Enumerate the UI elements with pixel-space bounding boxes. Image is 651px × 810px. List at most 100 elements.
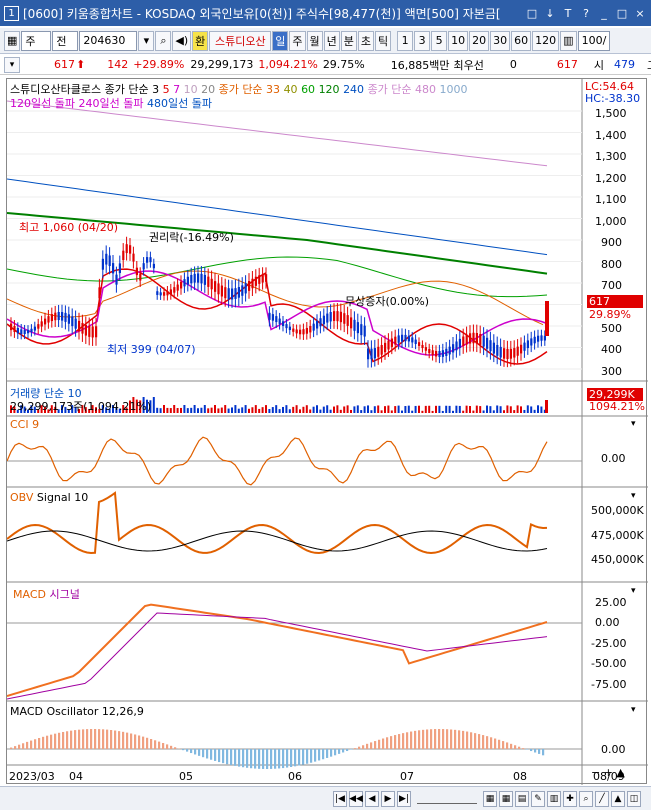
dropdown-icon[interactable]: ▾ xyxy=(4,56,20,73)
osc-bar xyxy=(366,743,369,749)
candle-body xyxy=(95,326,98,338)
candle-body xyxy=(486,337,489,349)
obv-signal-label: Signal 10 xyxy=(36,491,89,504)
chart-area[interactable]: 스튜디오산타클로스 종가 단순 3 5 7 10 20 종가 단순 33 40 … xyxy=(6,78,648,785)
osc-bar xyxy=(466,731,469,749)
chart-type-icon[interactable]: ▥ xyxy=(560,30,577,51)
restore-icon[interactable]: □ xyxy=(525,6,539,20)
help-icon[interactable]: ? xyxy=(579,6,593,20)
osc-bar xyxy=(62,731,65,749)
high-label: 고 xyxy=(647,57,651,73)
volume-bar xyxy=(394,406,397,413)
layout-icon[interactable]: ▦ xyxy=(4,30,21,51)
osc-bar xyxy=(114,730,117,749)
open-value: 479 xyxy=(614,58,635,71)
osc-bar xyxy=(458,730,461,749)
draw-icon[interactable]: ✎ xyxy=(531,790,545,807)
last-icon[interactable]: ▶| xyxy=(397,790,411,807)
market-select[interactable]: 전 xyxy=(52,30,79,51)
volume-bar xyxy=(322,406,325,413)
close-icon[interactable]: × xyxy=(633,6,647,20)
annotation-rights: 권리락(-16.49%) xyxy=(149,231,234,244)
chart-icon[interactable]: ▲ xyxy=(611,790,625,807)
legend-ma-120: 120 xyxy=(318,83,340,96)
volume-bar xyxy=(469,406,471,413)
minute-option-120[interactable]: 120 xyxy=(532,30,560,51)
interval-second-button[interactable]: 초 xyxy=(357,30,375,51)
osc-bar xyxy=(162,742,165,749)
hc-value: HC:-38.30 xyxy=(585,92,641,105)
osc-bar xyxy=(90,729,93,749)
volume-bar xyxy=(513,410,516,413)
prev-page-icon[interactable]: ◀◀ xyxy=(349,790,363,807)
grid-icon[interactable]: ▦ xyxy=(499,790,513,807)
line-icon[interactable]: ╱ xyxy=(595,790,609,807)
panel-menu-icon[interactable]: ▾ xyxy=(631,491,636,501)
osc-bar xyxy=(206,749,209,759)
minute-option-3[interactable]: 3 xyxy=(414,30,431,51)
osc-bar xyxy=(270,749,273,769)
period-type-select[interactable]: 주 xyxy=(21,30,52,51)
osc-bar xyxy=(394,735,397,749)
toolbar: ▦ 주 전 204630 ▾ ⌕ ◀) 환 스튜디오산 일 주 월 년 분 초 … xyxy=(0,28,651,54)
stock-code-input[interactable]: 204630 xyxy=(79,30,138,51)
osc-bar xyxy=(234,749,237,766)
candle-body xyxy=(27,329,30,334)
panel-menu-icon[interactable]: ▾ xyxy=(631,586,636,596)
minute-option-1[interactable]: 1 xyxy=(397,30,414,51)
osc-bar xyxy=(302,749,305,765)
interval-year-button[interactable]: 년 xyxy=(323,30,340,51)
scroll-slider[interactable] xyxy=(417,794,477,804)
candle-body xyxy=(492,342,495,354)
candle-body xyxy=(309,326,312,333)
zoom-icon[interactable]: ⌕ xyxy=(579,790,593,807)
download-icon[interactable]: ↓ xyxy=(543,6,557,20)
candle-body xyxy=(441,350,444,357)
minimize-icon[interactable]: _ xyxy=(597,6,611,20)
candle-body xyxy=(384,342,387,353)
minute-option-20[interactable]: 20 xyxy=(469,30,490,51)
sound-icon[interactable]: ◀) xyxy=(172,30,192,51)
search-icon[interactable]: ⌕ xyxy=(155,30,172,51)
volume-bar xyxy=(176,408,179,413)
grid-icon[interactable]: ▦ xyxy=(483,790,497,807)
candle-body xyxy=(479,334,482,345)
osc-bar xyxy=(210,749,213,760)
prev-icon[interactable]: ◀ xyxy=(365,790,379,807)
candle-body xyxy=(312,323,315,331)
candle-body xyxy=(146,257,149,263)
cross-icon[interactable]: ✚ xyxy=(563,790,577,807)
volume-bar xyxy=(316,405,318,413)
interval-week-button[interactable]: 주 xyxy=(289,30,306,51)
panel-menu-icon[interactable]: ▾ xyxy=(631,705,636,715)
candle-body xyxy=(248,280,251,291)
count-input[interactable]: 100/ xyxy=(577,30,610,51)
minute-option-60[interactable]: 60 xyxy=(511,30,532,51)
candle-body xyxy=(265,274,268,282)
minute-option-10[interactable]: 10 xyxy=(448,30,469,51)
price-tick: 700 xyxy=(601,279,622,292)
osc-bar xyxy=(502,741,505,749)
font-icon[interactable]: T xyxy=(561,6,575,20)
next-icon[interactable]: ▶ xyxy=(381,790,395,807)
volume-pct-tag: 1094.21% xyxy=(589,400,645,413)
volume-bar xyxy=(207,408,210,413)
interval-month-button[interactable]: 월 xyxy=(306,30,323,51)
table-icon[interactable]: ▥ xyxy=(547,790,561,807)
eraser-icon[interactable]: ◫ xyxy=(627,790,641,807)
interval-minute-button[interactable]: 분 xyxy=(340,30,357,51)
maximize-icon[interactable]: □ xyxy=(615,6,629,20)
first-icon[interactable]: |◀ xyxy=(333,790,347,807)
interval-day-button[interactable]: 일 xyxy=(272,30,289,51)
hwan-button[interactable]: 환 xyxy=(192,30,209,51)
osc-bar xyxy=(490,737,493,749)
print-icon[interactable]: ▤ xyxy=(515,790,529,807)
up-arrow-icon: ⬆ xyxy=(76,58,86,71)
dropdown-icon[interactable]: ▾ xyxy=(138,30,155,51)
interval-tick-button[interactable]: 틱 xyxy=(375,30,392,51)
trade-amount: 16,885백만 xyxy=(390,58,450,72)
minute-option-30[interactable]: 30 xyxy=(490,30,511,51)
volume-bar xyxy=(288,409,291,413)
minute-option-5[interactable]: 5 xyxy=(431,30,448,51)
panel-menu-icon[interactable]: ▾ xyxy=(631,419,636,429)
